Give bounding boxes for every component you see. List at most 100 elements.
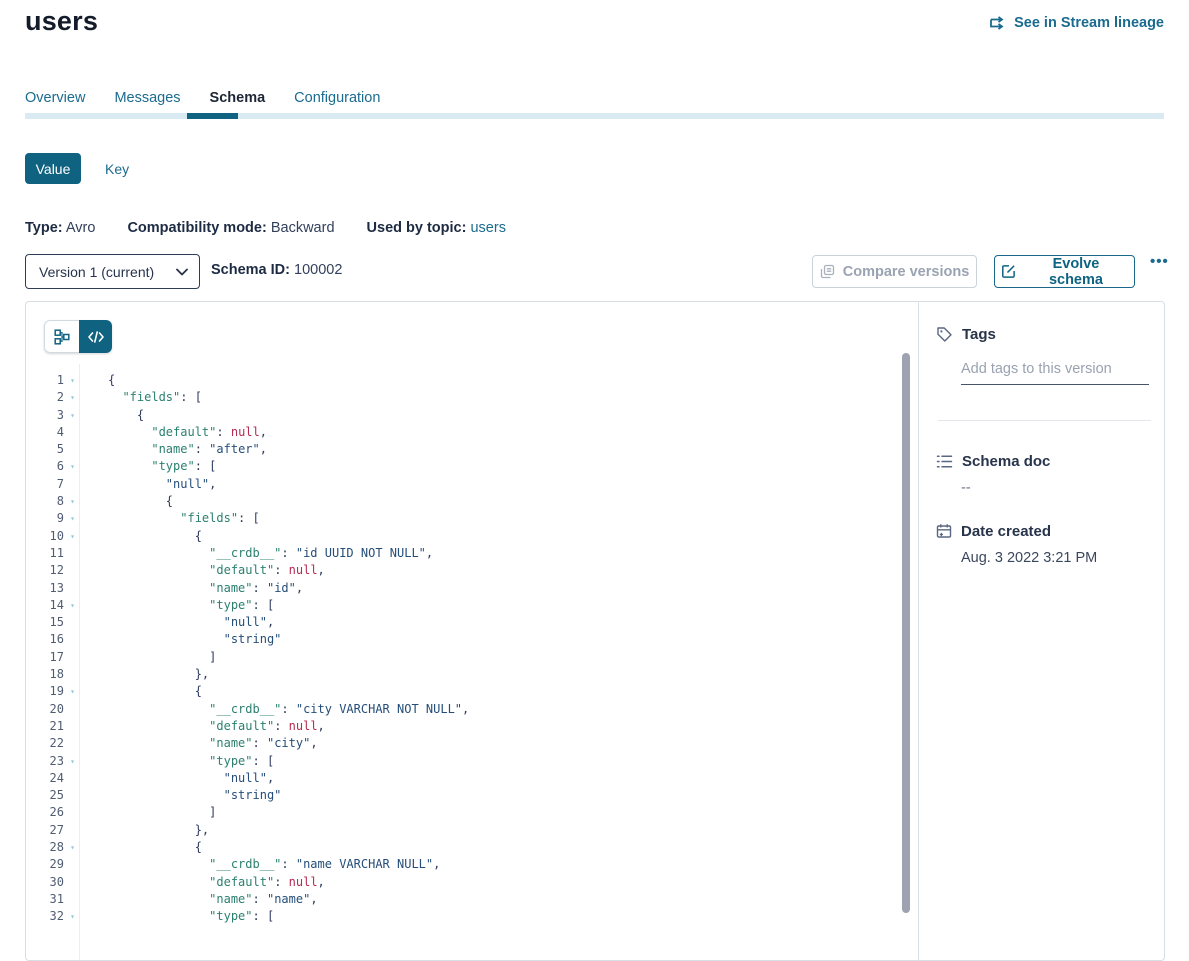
fold-spacer <box>66 891 79 908</box>
code-text: "null", <box>79 614 274 631</box>
code-editor[interactable]: 1▾{2▾ "fields": [3▾ {4 "default": null,5… <box>26 372 919 926</box>
code-line: 6▾ "type": [ <box>26 458 919 475</box>
code-text: "fields": [ <box>79 510 260 527</box>
fold-toggle-icon[interactable]: ▾ <box>66 753 79 770</box>
code-text: "__crdb__": "name VARCHAR NULL", <box>79 856 440 873</box>
version-select-value: Version 1 (current) <box>39 264 154 280</box>
code-line: 24 "null", <box>26 770 919 787</box>
line-number: 3 <box>26 407 64 424</box>
line-number: 21 <box>26 718 64 735</box>
code-line: 32▾ "type": [ <box>26 908 919 925</box>
line-number: 19 <box>26 683 64 700</box>
more-actions-button[interactable]: ••• <box>1144 252 1175 271</box>
code-line: 4 "default": null, <box>26 424 919 441</box>
fold-spacer <box>66 441 79 458</box>
code-text: }, <box>79 666 209 683</box>
value-toggle-button[interactable]: Value <box>25 153 81 184</box>
fold-toggle-icon[interactable]: ▾ <box>66 458 79 475</box>
code-text: { <box>79 372 115 389</box>
code-line: 14▾ "type": [ <box>26 597 919 614</box>
line-number: 12 <box>26 562 64 579</box>
line-number: 4 <box>26 424 64 441</box>
fold-spacer <box>66 804 79 821</box>
code-line: 19▾ { <box>26 683 919 700</box>
schema-id-value: 100002 <box>294 262 342 278</box>
line-number: 22 <box>26 735 64 752</box>
tab-underline-track <box>25 113 1164 119</box>
tab-configuration[interactable]: Configuration <box>294 90 380 110</box>
fold-toggle-icon[interactable]: ▾ <box>66 839 79 856</box>
code-line: 10▾ { <box>26 528 919 545</box>
date-created-value: Aug. 3 2022 3:21 PM <box>961 550 1150 566</box>
tab-overview[interactable]: Overview <box>25 90 85 110</box>
tags-input[interactable] <box>961 361 1149 385</box>
editor-view-toggle <box>44 320 112 353</box>
fold-toggle-icon[interactable]: ▾ <box>66 372 79 389</box>
type-value: Avro <box>66 220 96 236</box>
fold-toggle-icon[interactable]: ▾ <box>66 389 79 406</box>
editor-scrollbar[interactable] <box>902 353 910 913</box>
fold-toggle-icon[interactable]: ▾ <box>66 908 79 925</box>
topic-link[interactable]: users <box>470 220 505 236</box>
code-line: 1▾{ <box>26 372 919 389</box>
tree-view-button[interactable] <box>44 320 79 353</box>
line-number: 8 <box>26 493 64 510</box>
fold-spacer <box>66 770 79 787</box>
code-line: 22 "name": "city", <box>26 735 919 752</box>
fold-spacer <box>66 545 79 562</box>
fold-toggle-icon[interactable]: ▾ <box>66 407 79 424</box>
code-text: { <box>79 528 202 545</box>
fold-spacer <box>66 424 79 441</box>
code-line: 27 }, <box>26 822 919 839</box>
edit-icon <box>1001 264 1016 279</box>
fold-spacer <box>66 874 79 891</box>
schema-meta-row: Type: Avro Compatibility mode: Backward … <box>25 220 534 236</box>
key-toggle-button[interactable]: Key <box>99 153 135 184</box>
line-number: 10 <box>26 528 64 545</box>
code-text: "type": [ <box>79 458 216 475</box>
line-number: 2 <box>26 389 64 406</box>
line-number: 28 <box>26 839 64 856</box>
doc-list-icon <box>936 454 953 469</box>
line-number: 11 <box>26 545 64 562</box>
evolve-schema-button[interactable]: Evolve schema <box>994 255 1135 288</box>
code-line: 20 "__crdb__": "city VARCHAR NOT NULL", <box>26 701 919 718</box>
code-line: 7 "null", <box>26 476 919 493</box>
stream-lineage-link[interactable]: See in Stream lineage <box>990 15 1164 31</box>
line-number: 30 <box>26 874 64 891</box>
compare-versions-button[interactable]: Compare versions <box>812 255 977 288</box>
line-number: 15 <box>26 614 64 631</box>
compatibility-label: Compatibility mode: <box>127 220 266 236</box>
schema-doc-value: -- <box>961 480 1150 496</box>
code-text: { <box>79 493 173 510</box>
code-line: 11 "__crdb__": "id UUID NOT NULL", <box>26 545 919 562</box>
code-view-button[interactable] <box>79 320 112 353</box>
code-text: "name": "name", <box>79 891 318 908</box>
fold-spacer <box>66 580 79 597</box>
type-label: Type: <box>25 220 63 236</box>
schema-side-panel: Tags Schema doc -- Dat <box>918 302 1164 960</box>
fold-toggle-icon[interactable]: ▾ <box>66 528 79 545</box>
fold-spacer <box>66 476 79 493</box>
version-select[interactable]: Version 1 (current) <box>25 254 200 289</box>
code-text: "default": null, <box>79 874 325 891</box>
fold-toggle-icon[interactable]: ▾ <box>66 510 79 527</box>
fold-toggle-icon[interactable]: ▾ <box>66 683 79 700</box>
side-panel-divider <box>938 420 1151 421</box>
code-line: 16 "string" <box>26 631 919 648</box>
date-created-heading: Date created <box>936 523 1150 540</box>
tab-messages[interactable]: Messages <box>114 90 180 110</box>
code-line: 18 }, <box>26 666 919 683</box>
tab-schema[interactable]: Schema <box>210 90 266 110</box>
code-text: "type": [ <box>79 597 274 614</box>
fold-toggle-icon[interactable]: ▾ <box>66 493 79 510</box>
code-text: "string" <box>79 787 281 804</box>
code-text: ] <box>79 649 216 666</box>
compare-versions-label: Compare versions <box>843 264 970 280</box>
code-text: { <box>79 839 202 856</box>
used-by-topic-label: Used by topic: <box>367 220 467 236</box>
fold-spacer <box>66 649 79 666</box>
line-number: 27 <box>26 822 64 839</box>
fold-toggle-icon[interactable]: ▾ <box>66 597 79 614</box>
stream-lineage-icon <box>990 16 1007 30</box>
